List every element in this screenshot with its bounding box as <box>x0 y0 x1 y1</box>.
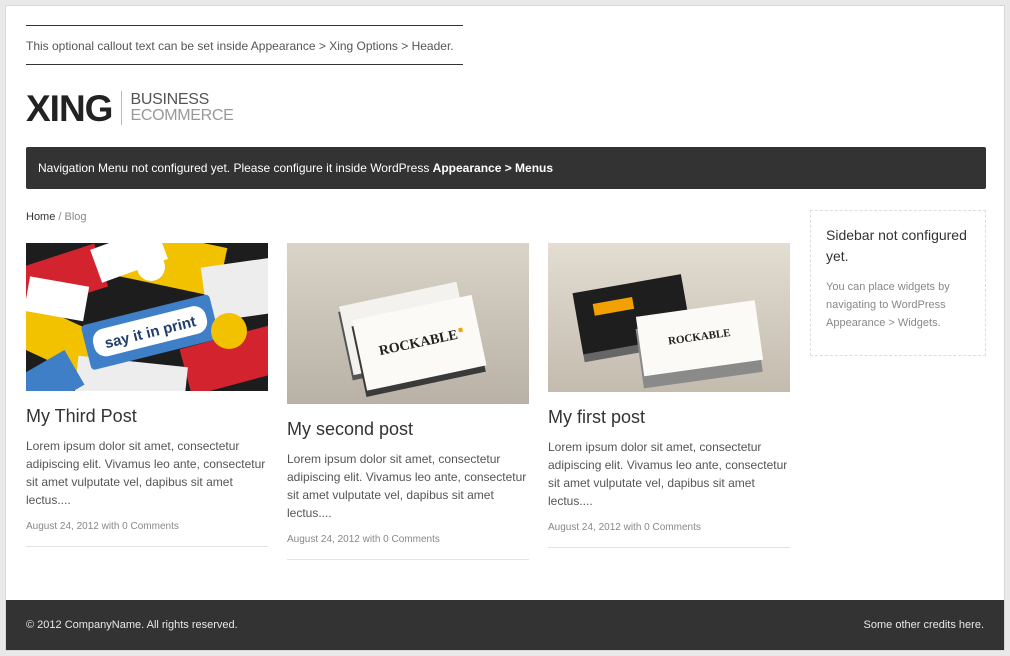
business-cards-image: ROCKABLE <box>548 243 790 392</box>
post-card: ROCKABLE My second post Lorem ipsum dolo… <box>287 243 529 560</box>
breadcrumb-separator: / <box>55 211 65 223</box>
post-excerpt: Lorem ipsum dolor sit amet, consectetur … <box>287 452 527 520</box>
navigation-menu: Navigation Menu not configured yet. Plea… <box>26 147 986 189</box>
post-card: say it in print My Third Post Lorem ipsu… <box>26 243 268 547</box>
post-meta: August 24, 2012 with 0 Comments <box>26 521 268 547</box>
breadcrumb-current: Blog <box>64 211 87 223</box>
post-excerpt: Lorem ipsum dolor sit amet, consectetur … <box>26 439 266 507</box>
logo-wordmark: XING <box>26 87 113 129</box>
post-thumbnail[interactable]: ROCKABLE <box>287 243 529 404</box>
logo-divider <box>121 91 123 125</box>
sidebar-text: You can place widgets by navigating to W… <box>826 281 950 329</box>
page: This optional callout text can be set in… <box>5 5 1005 651</box>
nav-message-link: Appearance > Menus <box>432 161 554 175</box>
post-thumbnail[interactable]: say it in print <box>26 243 268 391</box>
sidebar-notice: Sidebar not configured yet. You can plac… <box>810 210 986 356</box>
post-thumbnail[interactable]: ROCKABLE <box>548 243 790 392</box>
site-logo[interactable]: XING BUSINESS ECOMMERCE <box>26 88 234 128</box>
post-meta: August 24, 2012 with 0 Comments <box>287 534 529 560</box>
post-meta: August 24, 2012 with 0 Comments <box>548 522 790 548</box>
sidebar-title: Sidebar not configured yet. <box>826 227 967 264</box>
print-cards-image: say it in print <box>26 243 268 391</box>
business-cards-image: ROCKABLE <box>287 243 529 404</box>
logo-tagline-line-2: ECOMMERCE <box>130 107 234 124</box>
breadcrumb: Home / Blog <box>26 211 87 223</box>
post-title[interactable]: My second post <box>287 418 529 440</box>
logo-tagline: BUSINESS ECOMMERCE <box>130 92 233 124</box>
post-card: ROCKABLE My first post Lorem ipsum dolor… <box>548 243 790 548</box>
site-footer: © 2012 CompanyName. All rights reserved.… <box>6 600 1004 650</box>
breadcrumb-home-link[interactable]: Home <box>26 211 55 223</box>
nav-message: Navigation Menu not configured yet. Plea… <box>38 161 433 175</box>
logo-tagline-line-1: BUSINESS <box>130 91 209 108</box>
footer-credits: Some other credits here. <box>863 619 984 631</box>
post-excerpt: Lorem ipsum dolor sit amet, consectetur … <box>548 440 788 508</box>
post-title[interactable]: My first post <box>548 406 790 428</box>
header-callout: This optional callout text can be set in… <box>26 25 463 65</box>
post-title[interactable]: My Third Post <box>26 405 268 427</box>
footer-copyright: © 2012 CompanyName. All rights reserved. <box>26 619 238 631</box>
